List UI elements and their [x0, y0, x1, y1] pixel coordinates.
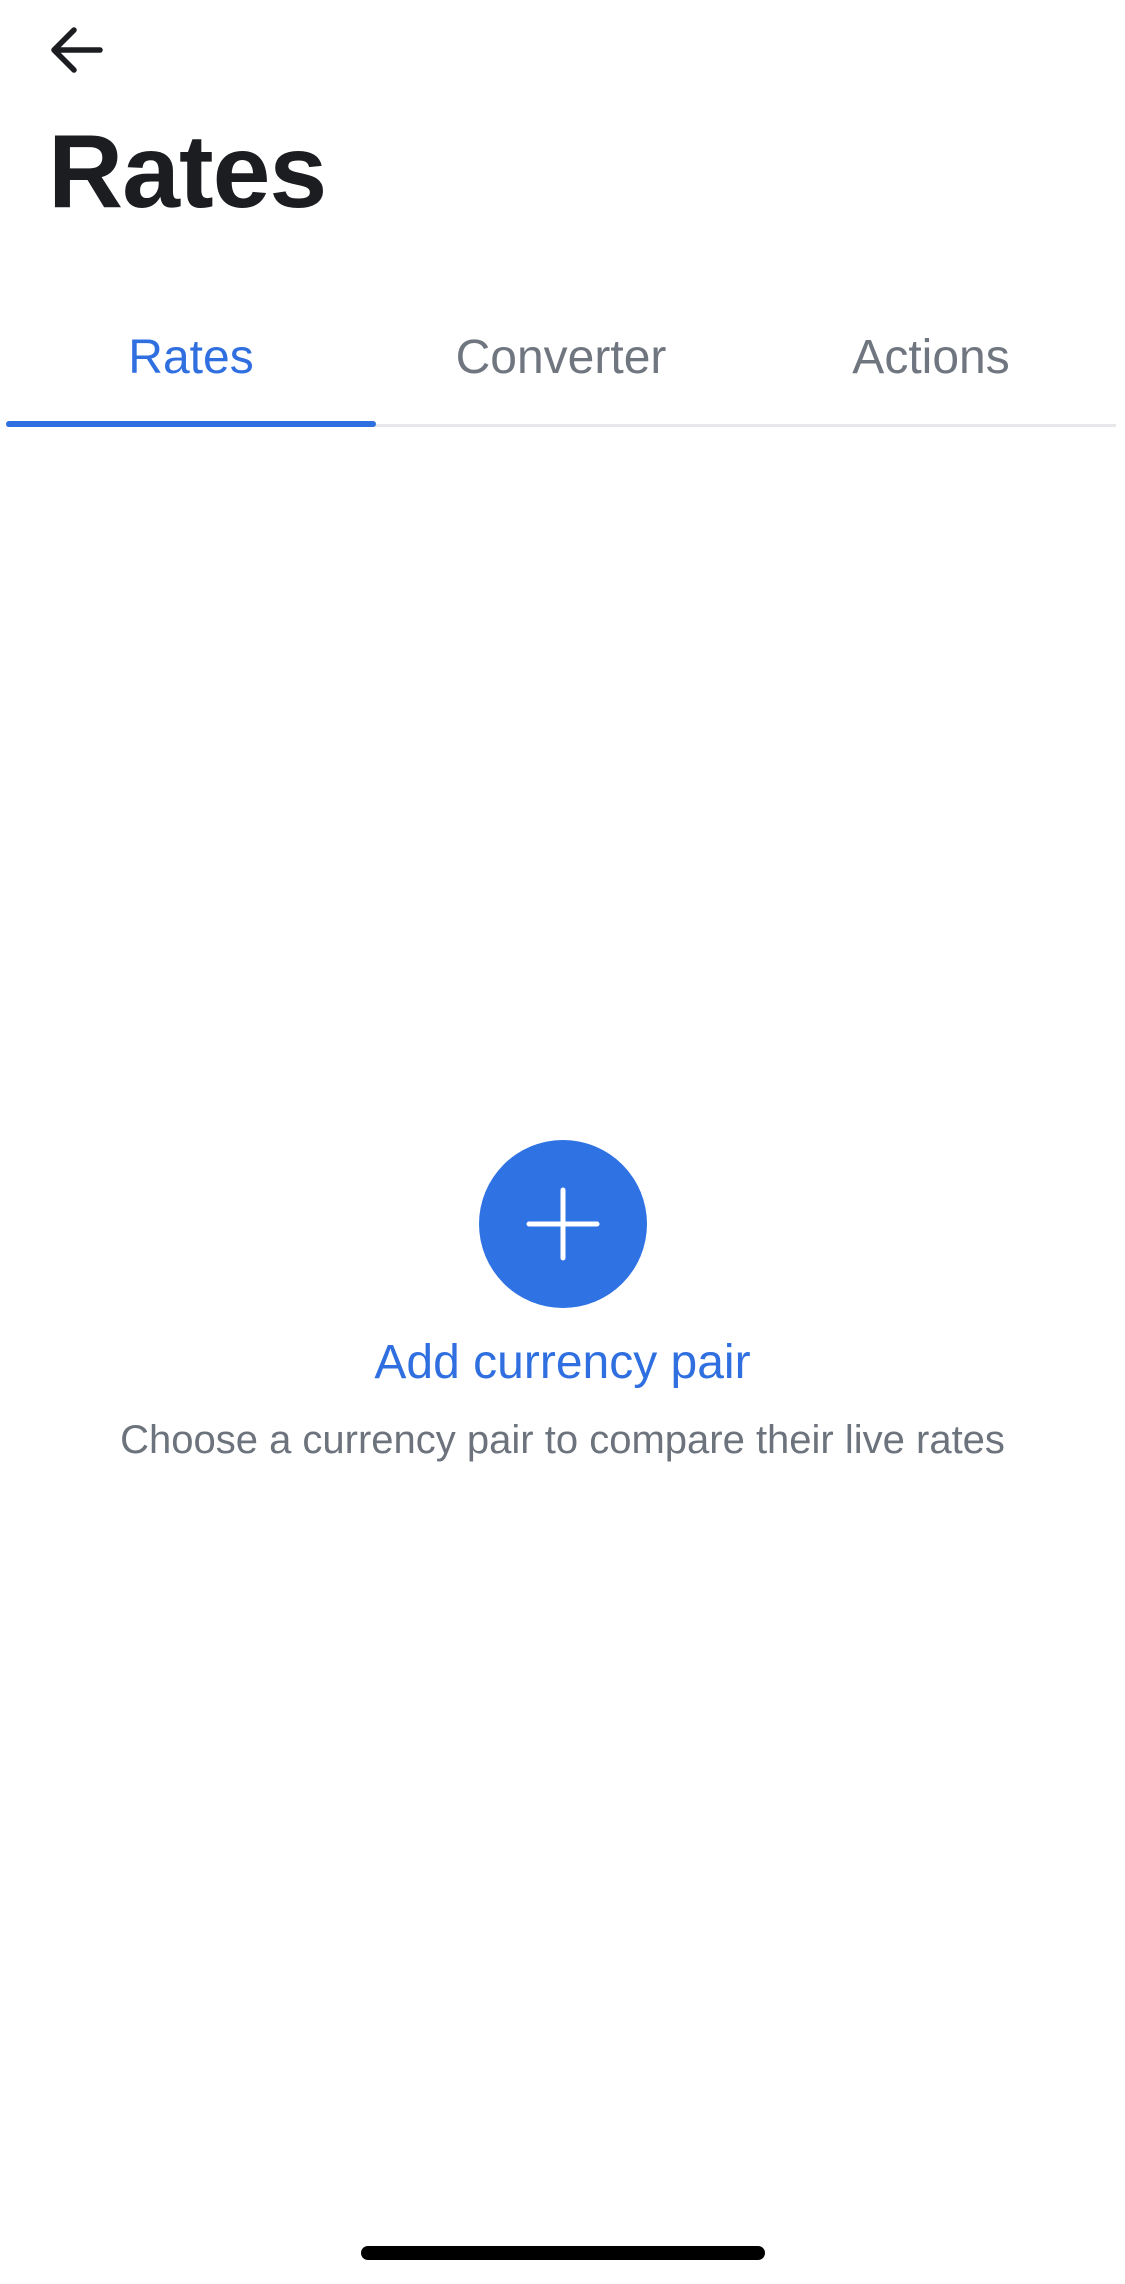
- add-currency-pair-button[interactable]: [478, 1140, 647, 1308]
- back-button[interactable]: [40, 18, 112, 82]
- tab-bar: Rates Converter Actions: [6, 290, 1116, 427]
- empty-state: Add currency pair Choose a currency pair…: [0, 1140, 1125, 1464]
- tab-converter[interactable]: Converter: [376, 290, 746, 424]
- arrow-left-icon: [51, 27, 103, 73]
- tab-actions[interactable]: Actions: [746, 290, 1116, 424]
- tab-rates[interactable]: Rates: [6, 290, 376, 427]
- add-currency-pair-link[interactable]: Add currency pair: [374, 1334, 750, 1392]
- page-title: Rates: [48, 114, 327, 230]
- plus-icon: [526, 1187, 599, 1261]
- home-indicator[interactable]: [361, 2246, 765, 2260]
- empty-state-description: Choose a currency pair to compare their …: [120, 1417, 1005, 1462]
